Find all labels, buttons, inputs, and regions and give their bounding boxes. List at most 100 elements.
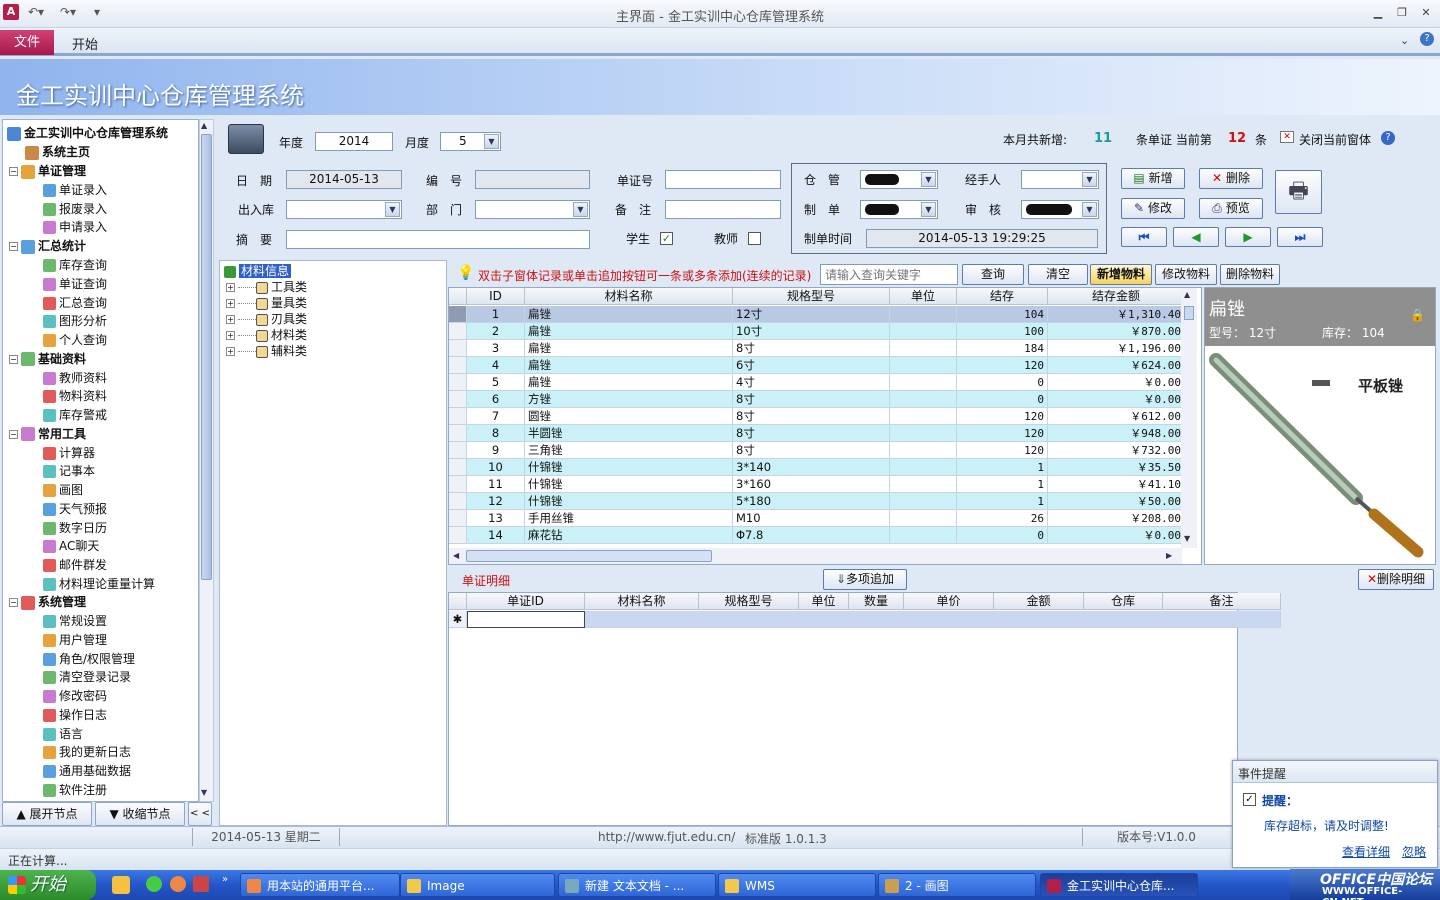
table-cell[interactable]: 扁锉 — [525, 374, 733, 391]
edit-material-button[interactable]: 修改物料 — [1155, 264, 1217, 285]
maker-select[interactable]: ▼ — [860, 200, 938, 219]
chevron-down-icon[interactable]: ▼ — [921, 172, 936, 187]
row-selector[interactable] — [449, 493, 467, 510]
quicklaunch-icon[interactable] — [170, 876, 186, 892]
table-cell[interactable]: 12 — [467, 493, 525, 510]
close-icon[interactable]: ✕ — [1418, 6, 1434, 20]
row-selector[interactable] — [449, 391, 467, 408]
table-cell[interactable]: 4 — [467, 357, 525, 374]
close-form-link[interactable]: 关闭当前窗体 — [1299, 131, 1371, 148]
taskbar-item[interactable]: 金工实训中心仓库... — [1040, 873, 1198, 897]
delete-button[interactable]: ✕ 删除 — [1199, 168, 1263, 189]
table-cell[interactable]: 26 — [957, 510, 1048, 527]
table-cell[interactable]: 什锦锉 — [525, 476, 733, 493]
nav-item[interactable]: 我的更新日志 — [43, 743, 131, 761]
table-cell[interactable]: 1 — [957, 476, 1048, 493]
table-cell[interactable]: Φ7.8 — [733, 527, 890, 544]
table-cell[interactable]: ￥41.10 — [1048, 476, 1185, 493]
io-select[interactable]: ▼ — [286, 200, 402, 219]
nav-item[interactable]: 库存查询 — [43, 256, 107, 274]
nav-item[interactable]: 单证查询 — [43, 275, 107, 293]
handler-select[interactable]: ▼ — [1021, 170, 1099, 189]
nav-item[interactable]: 计算器 — [43, 444, 95, 462]
chevron-down-icon[interactable]: ▼ — [573, 202, 588, 217]
table-cell[interactable]: 5 — [467, 374, 525, 391]
code-field[interactable] — [475, 170, 590, 189]
ribbon-collapse-icon[interactable]: ⌄ — [1400, 34, 1409, 47]
table-cell[interactable]: 100 — [957, 323, 1048, 340]
row-selector[interactable] — [449, 357, 467, 374]
collapse-icon[interactable]: − — [9, 429, 18, 439]
table-cell[interactable]: 扁锉 — [525, 357, 733, 374]
row-selector[interactable] — [449, 323, 467, 340]
table-cell[interactable]: 104 — [957, 306, 1048, 323]
row-selector[interactable] — [449, 306, 467, 323]
table-cell[interactable]: 手用丝锥 — [525, 510, 733, 527]
tree-item[interactable]: + 工具类 — [226, 279, 307, 295]
expand-nodes-button[interactable]: ▲ 展开节点 — [2, 802, 92, 826]
nav-item[interactable]: 通用基础数据 — [43, 762, 131, 780]
column-header[interactable]: 仓库 — [1084, 593, 1163, 610]
nav-item[interactable]: 天气预报 — [43, 500, 107, 518]
ignore-link[interactable]: 忽略 — [1402, 843, 1426, 860]
column-header[interactable]: 数量 — [849, 593, 904, 610]
table-row[interactable]: 6 方锉 8寸 0 ￥0.00 — [449, 391, 1185, 408]
table-cell[interactable]: ￥208.00 — [1048, 510, 1185, 527]
nav-item[interactable]: 常规设置 — [43, 612, 107, 630]
delete-material-button[interactable]: 删除物料 — [1220, 264, 1280, 285]
first-record-button[interactable]: ⏮ — [1121, 227, 1167, 247]
add-material-button[interactable]: 新增物料 — [1090, 264, 1152, 285]
table-cell[interactable]: 13 — [467, 510, 525, 527]
nav-group[interactable]: − 汇总统计 — [9, 237, 86, 255]
nav-item[interactable]: 图形分析 — [43, 312, 107, 330]
table-row[interactable]: 10 什锦锉 3*140 1 ￥35.50 — [449, 459, 1185, 476]
table-cell[interactable]: 3*140 — [733, 459, 890, 476]
nav-item[interactable]: 教师资料 — [43, 369, 107, 387]
quicklaunch-icon[interactable] — [146, 876, 162, 892]
chevron-down-icon[interactable]: ▼ — [484, 134, 499, 149]
table-cell[interactable]: 半圆锉 — [525, 425, 733, 442]
scroll-down-icon[interactable]: ▼ — [201, 788, 207, 797]
table-cell[interactable]: 1 — [467, 306, 525, 323]
table-row[interactable]: 7 圆锉 8寸 120 ￥612.00 — [449, 408, 1185, 425]
add-multiple-button[interactable]: ⇓多项追加 — [823, 569, 907, 590]
tree-item[interactable]: + 刃具类 — [226, 311, 307, 327]
column-header[interactable]: 单位 — [890, 288, 957, 305]
column-header[interactable]: 结存 — [957, 288, 1048, 305]
table-cell[interactable]: 8寸 — [733, 408, 890, 425]
expand-icon[interactable]: + — [226, 331, 235, 340]
row-selector[interactable] — [449, 476, 467, 493]
table-cell[interactable]: 120 — [957, 357, 1048, 374]
table-row[interactable]: 14 麻花钻 Φ7.8 0 ￥0.00 — [449, 527, 1185, 544]
table-cell[interactable]: 2 — [467, 323, 525, 340]
table-cell[interactable]: 8 — [467, 425, 525, 442]
row-selector[interactable] — [449, 425, 467, 442]
taskbar-item[interactable]: 用本站的通用平台... — [240, 873, 400, 897]
dept-select[interactable]: ▼ — [475, 200, 590, 219]
column-header[interactable]: 规格型号 — [733, 288, 890, 305]
table-cell[interactable]: 8寸 — [733, 442, 890, 459]
table-cell[interactable]: 10寸 — [733, 323, 890, 340]
status-url[interactable]: http://www.fjut.edu.cn/ — [598, 830, 735, 844]
table-cell[interactable]: 120 — [957, 425, 1048, 442]
table-cell[interactable]: 8寸 — [733, 391, 890, 408]
table-cell[interactable] — [890, 357, 957, 374]
table-row[interactable]: 4 扁锉 6寸 120 ￥624.00 — [449, 357, 1185, 374]
nav-scroll-thumb[interactable] — [201, 134, 212, 580]
nav-item[interactable]: 汇总查询 — [43, 294, 107, 312]
nav-item[interactable]: 报废录入 — [43, 200, 107, 218]
tree-item[interactable]: + 量具类 — [226, 295, 307, 311]
warehouse-select[interactable]: ▼ — [860, 170, 938, 189]
table-row[interactable]: 8 半圆锉 8寸 120 ￥948.00 — [449, 425, 1185, 442]
table-cell[interactable]: ￥948.00 — [1048, 425, 1185, 442]
table-cell[interactable]: ￥732.00 — [1048, 442, 1185, 459]
table-cell[interactable] — [890, 493, 957, 510]
chevron-down-icon[interactable]: ▼ — [385, 202, 400, 217]
table-cell[interactable]: ￥624.00 — [1048, 357, 1185, 374]
nav-group[interactable]: − 单证管理 — [9, 162, 86, 180]
add-button[interactable]: ▤ 新增 — [1121, 168, 1185, 189]
table-row[interactable]: 1 扁锉 12寸 104 ￥1,310.40 — [449, 306, 1185, 323]
table-cell[interactable]: 0 — [957, 391, 1048, 408]
taskbar-item[interactable]: WMS — [718, 873, 876, 897]
nav-item[interactable]: AC聊天 — [43, 537, 99, 555]
